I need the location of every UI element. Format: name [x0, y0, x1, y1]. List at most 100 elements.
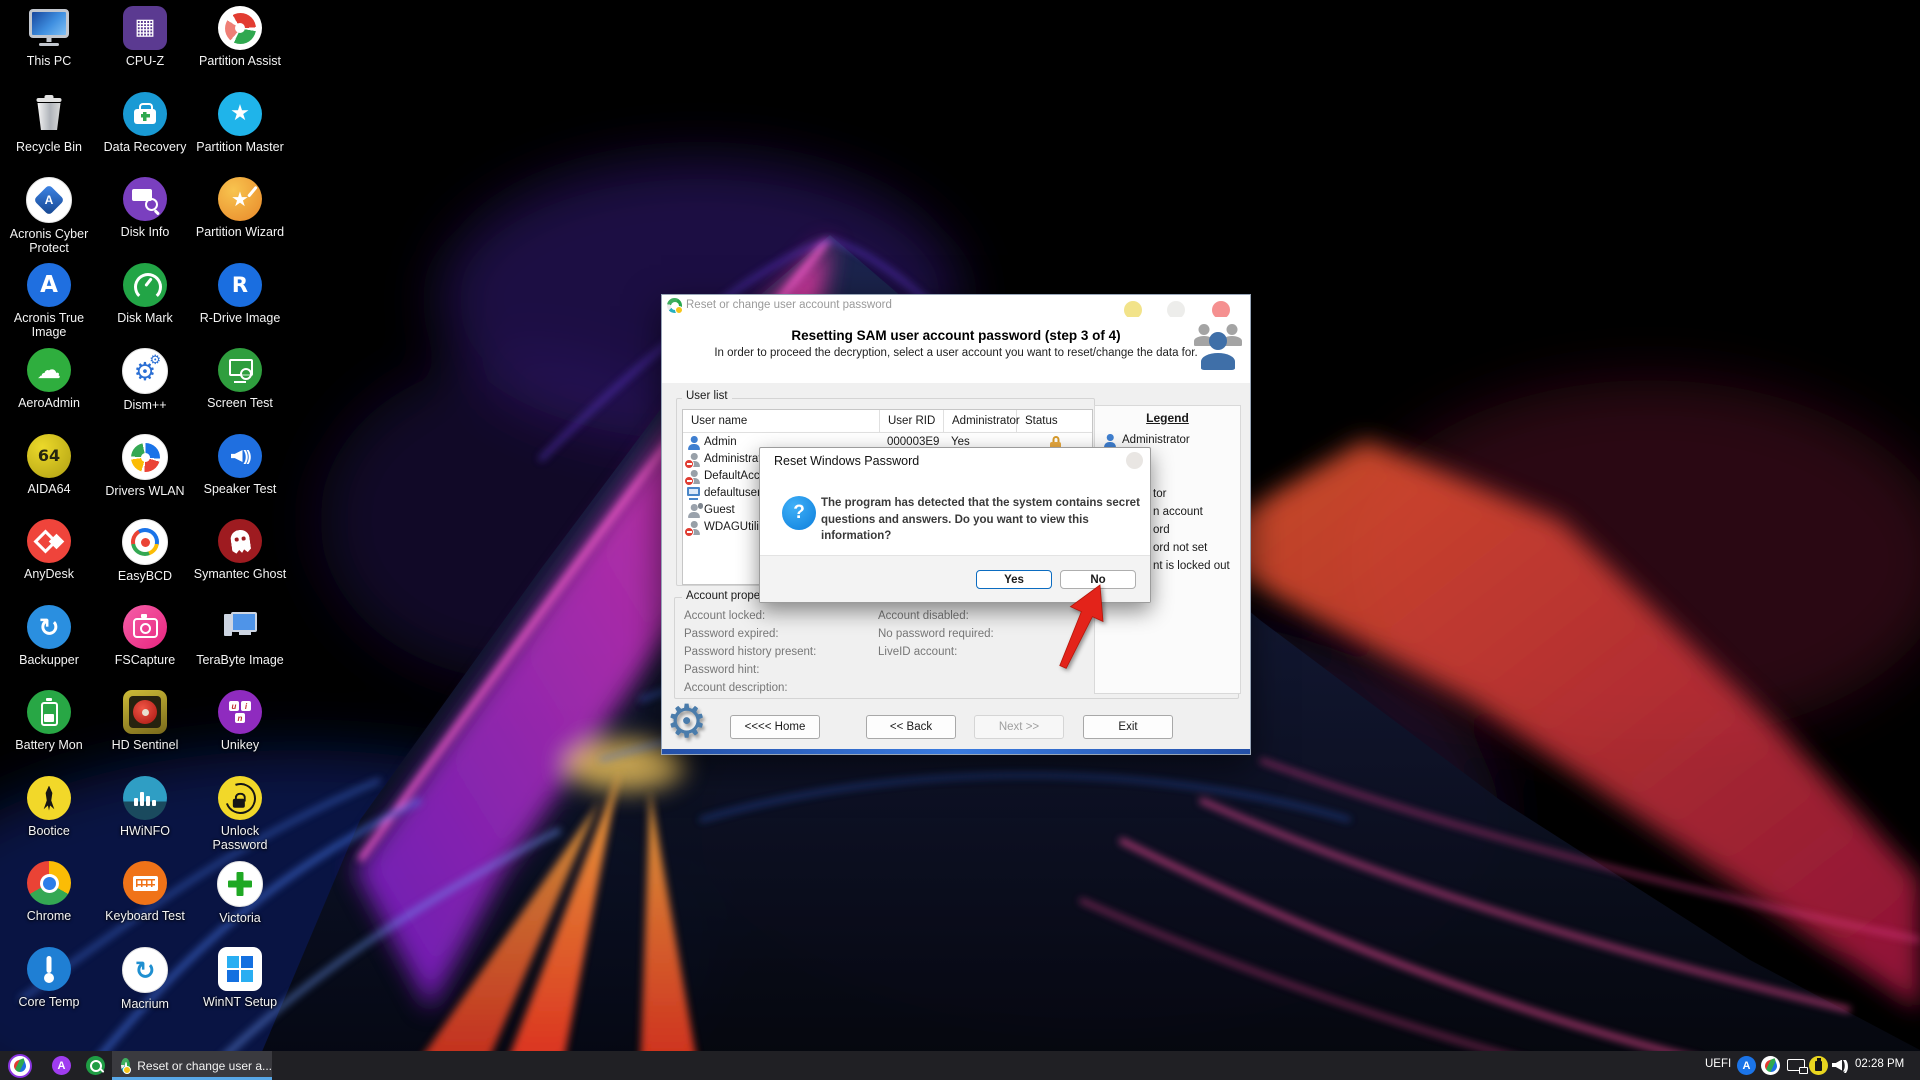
- gear-icon[interactable]: ⚙: [666, 694, 707, 748]
- legend-item-label: Administrator: [1122, 434, 1190, 446]
- col-administrator[interactable]: Administrator: [944, 410, 1017, 432]
- dialog-close-button[interactable]: [1126, 452, 1143, 469]
- search-icon[interactable]: [86, 1056, 105, 1075]
- disk-magnifier-icon: [123, 177, 167, 221]
- lock-reset-icon: [218, 776, 262, 820]
- desktop-icon-recycle-bin[interactable]: Recycle Bin: [1, 92, 97, 154]
- app-icon: [121, 1058, 130, 1073]
- desktop-icon-backupper[interactable]: ↻Backupper: [1, 605, 97, 667]
- desktop-icon-aeroadmin[interactable]: ☁AeroAdmin: [1, 348, 97, 410]
- account-property-label: Account description:: [684, 682, 788, 694]
- desktop-icon-disk-info[interactable]: Disk Info: [97, 177, 193, 239]
- desktop-icon-partition-wizard[interactable]: ★Partition Wizard: [192, 177, 288, 239]
- desktop-icon-acronis-true-image[interactable]: AAcronis True Image: [1, 263, 97, 339]
- taskbar-item-reset-password[interactable]: Reset or change user a...: [112, 1051, 272, 1080]
- col-user-rid[interactable]: User RID: [880, 410, 944, 432]
- desktop-icon-label: AnyDesk: [1, 567, 97, 581]
- desktop-icon-hwinfo[interactable]: HWiNFO: [97, 776, 193, 838]
- desktop-icon-label: AIDA64: [1, 482, 97, 496]
- col-status[interactable]: Status: [1017, 410, 1092, 432]
- exit-button[interactable]: Exit: [1083, 715, 1173, 739]
- user-group-icon: [1192, 321, 1244, 371]
- desktop-icon-label: Partition Wizard: [192, 225, 288, 239]
- desktop-icon-this-pc[interactable]: This PC: [1, 6, 97, 68]
- desktop-icon-label: Partition Master: [192, 140, 288, 154]
- desktop-icon-label: Keyboard Test: [97, 909, 193, 923]
- speaker-icon[interactable]: )): [1832, 1057, 1849, 1073]
- app-store-icon[interactable]: A: [1737, 1056, 1756, 1075]
- desktop-icon-drivers-wlan[interactable]: Drivers WLAN: [97, 434, 193, 498]
- window-titlebar[interactable]: Reset or change user account password: [662, 295, 1250, 317]
- back-button[interactable]: << Back: [866, 715, 956, 739]
- col-user-name[interactable]: User name: [683, 410, 880, 432]
- legend-item-partial: tor: [1153, 488, 1166, 500]
- desktop-icon-aida64[interactable]: 64AIDA64: [1, 434, 97, 496]
- desktop-icon-unlock-password[interactable]: Unlock Password: [192, 776, 288, 852]
- desktop-icon-unikey[interactable]: uinUnikey: [192, 690, 288, 752]
- clock[interactable]: 02:28 PM: [1855, 1058, 1904, 1070]
- desktop-icon-disk-mark[interactable]: Disk Mark: [97, 263, 193, 325]
- computer-user-icon: [687, 487, 701, 501]
- desktop-icon-label: EasyBCD: [97, 569, 193, 583]
- star-partition-icon: ★: [218, 92, 262, 136]
- desktop-icon-label: TeraByte Image: [192, 653, 288, 667]
- desktop-icon-easybcd[interactable]: EasyBCD: [97, 519, 193, 583]
- start-button[interactable]: [8, 1054, 32, 1078]
- desktop-icon-speaker-test[interactable]: ))Speaker Test: [192, 434, 288, 496]
- desktop-icon-chrome[interactable]: Chrome: [1, 861, 97, 923]
- desktop-icon-dism[interactable]: ⚙⚙Dism++: [97, 348, 193, 412]
- desktop-icon-label: Disk Info: [97, 225, 193, 239]
- window-bottom-accent: [662, 749, 1250, 754]
- desktop-icon-acronis-cyber-protect[interactable]: AAcronis Cyber Protect: [1, 177, 97, 255]
- letter-a-icon: A: [27, 263, 71, 307]
- color-ring-icon: [122, 519, 168, 565]
- app-a-icon[interactable]: A: [52, 1056, 71, 1075]
- desktop-icon-label: Core Temp: [1, 995, 97, 1009]
- desktop-icon-fscapture[interactable]: FSCapture: [97, 605, 193, 667]
- desktop-icon-label: HD Sentinel: [97, 738, 193, 752]
- desktop-icon-winnt-setup[interactable]: WinNT Setup: [192, 947, 288, 1009]
- account-property-label: Account locked:: [684, 610, 765, 622]
- desktop-icon-victoria[interactable]: Victoria: [192, 861, 288, 925]
- legend-item-partial: nt is locked out: [1153, 560, 1230, 572]
- sync-arrows-icon: ↻: [27, 605, 71, 649]
- hard-disk-icon: [123, 690, 167, 734]
- desktop-icon-core-temp[interactable]: Core Temp: [1, 947, 97, 1009]
- desktop-icon-hd-sentinel[interactable]: HD Sentinel: [97, 690, 193, 752]
- ghost-icon: [218, 519, 262, 563]
- desktop-icon-label: Unlock Password: [192, 824, 288, 852]
- desktop-icon-keyboard-test[interactable]: Keyboard Test: [97, 861, 193, 923]
- network-icon[interactable]: [1787, 1059, 1805, 1071]
- wizard-header: Resetting SAM user account password (ste…: [662, 317, 1250, 384]
- diamond-a-icon: A: [26, 177, 72, 223]
- legend-title: Legend: [1095, 411, 1240, 425]
- step-title: Resetting SAM user account password (ste…: [662, 328, 1250, 343]
- monitor-icon: [27, 6, 71, 50]
- desktop-icon-label: Data Recovery: [97, 140, 193, 154]
- desktop-icon-label: AeroAdmin: [1, 396, 97, 410]
- taskbar: A Reset or change user a... UEFI A )) 02…: [0, 1051, 1920, 1080]
- desktop-icon-anydesk[interactable]: AnyDesk: [1, 519, 97, 581]
- desktop-icon-label: HWiNFO: [97, 824, 193, 838]
- desktop-icon-partition-master[interactable]: ★ Partition Master: [192, 92, 288, 154]
- chrome-icon: [27, 861, 71, 905]
- desktop-icon-cpu-z[interactable]: ▦CPU-Z: [97, 6, 193, 68]
- desktop-icon-terabyte-image[interactable]: TeraByte Image: [192, 605, 288, 667]
- desktop-icon-data-recovery[interactable]: Data Recovery: [97, 92, 193, 154]
- home-button[interactable]: <<<< Home: [730, 715, 820, 739]
- desktop-icon-label: CPU-Z: [97, 54, 193, 68]
- desktop-icon-label: Dism++: [97, 398, 193, 412]
- winpe-tray-icon[interactable]: [1761, 1056, 1780, 1075]
- taskbar-item-label: Reset or change user a...: [137, 1059, 272, 1073]
- desktop-icon-bootice[interactable]: Bootice: [1, 776, 97, 838]
- desktop-icon-battery-mon[interactable]: Battery Mon: [1, 690, 97, 752]
- desktop-icon-r-drive-image[interactable]: RR-Drive Image: [192, 263, 288, 325]
- double-diamond-icon: [27, 519, 71, 563]
- next-button[interactable]: Next >>: [974, 715, 1064, 739]
- desktop-icon-label: Bootice: [1, 824, 97, 838]
- desktop-icon-screen-test[interactable]: Screen Test: [192, 348, 288, 410]
- desktop-icon-symantec-ghost[interactable]: Symantec Ghost: [192, 519, 288, 581]
- desktop-icon-partition-assist[interactable]: Partition Assist: [192, 6, 288, 68]
- usb-drive-icon[interactable]: [1809, 1056, 1828, 1075]
- desktop-icon-macrium[interactable]: ↻Macrium: [97, 947, 193, 1011]
